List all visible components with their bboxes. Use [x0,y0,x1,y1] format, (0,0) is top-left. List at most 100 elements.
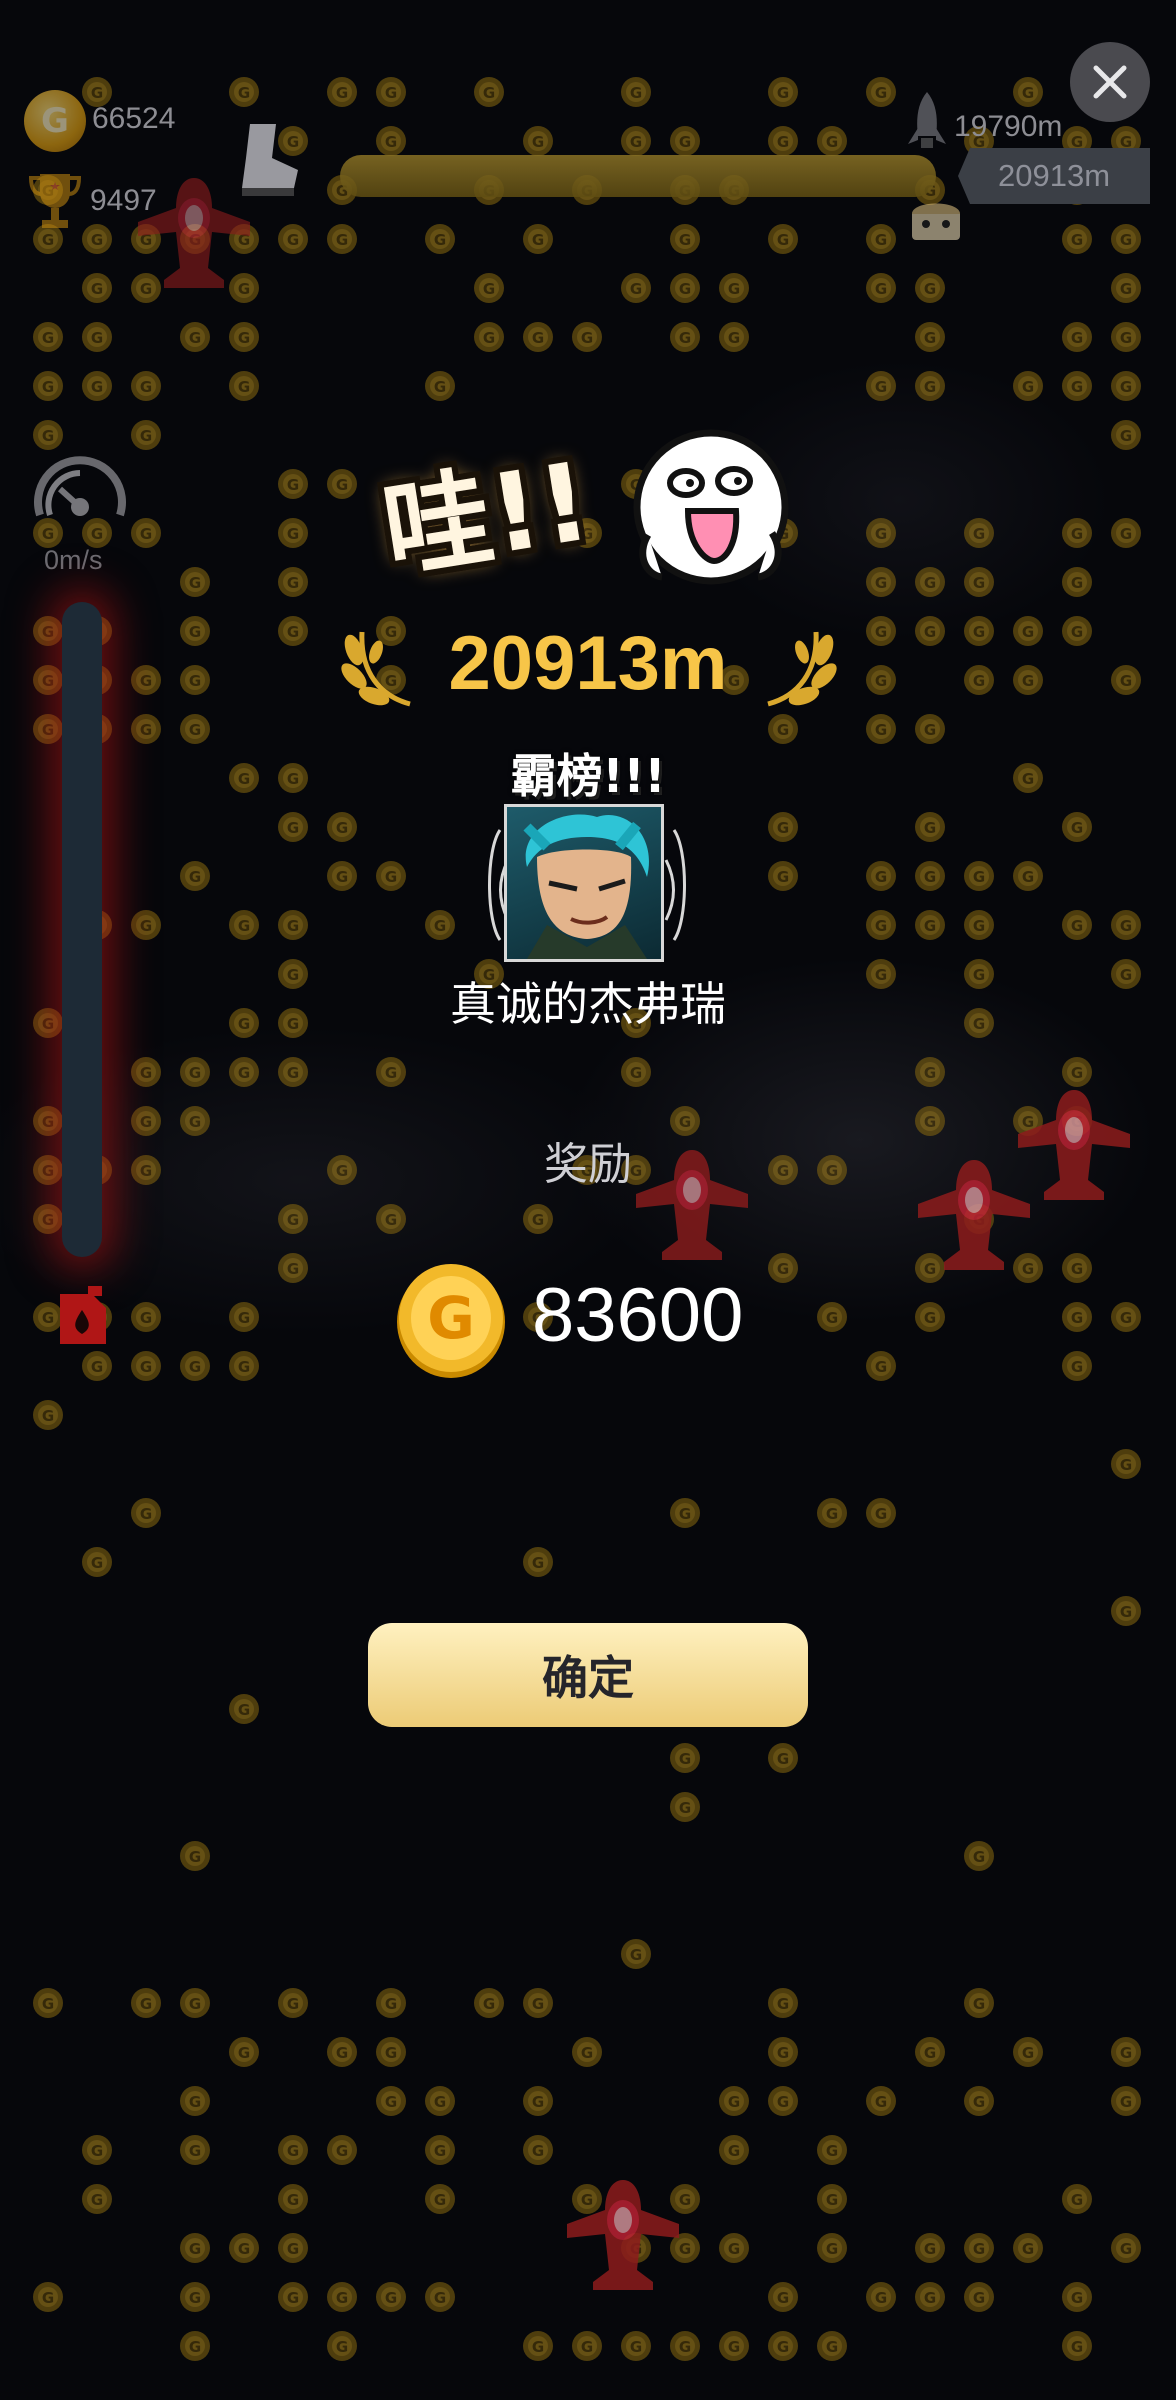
svg-text:G: G [42,1113,54,1131]
reward-amount: 83600 [532,1273,744,1358]
game-stage: G G G G G G G G G G G G G G G G G G G G G G G G G G G G G G G G G G G G G G G G… [0,0,1176,2400]
svg-text:G: G [875,280,887,298]
svg-text:G: G [875,917,887,935]
confirm-button[interactable]: 确定 [368,1623,808,1727]
svg-text:G: G [42,231,54,249]
svg-text:G: G [434,2289,446,2307]
background-coin-icon: G [180,2233,210,2263]
svg-text:G: G [189,623,201,641]
background-coin-icon: G [964,2086,994,2116]
background-coin-icon: G [278,469,308,499]
svg-text:G: G [42,672,54,690]
svg-text:G: G [140,378,152,396]
background-coin-icon: G [1111,1449,1141,1479]
svg-text:G: G [483,329,495,347]
distance-progress-bar [340,155,936,197]
background-coin-icon: G [1111,2037,1141,2067]
svg-text:G: G [875,672,887,690]
background-coin-icon: G [817,126,847,156]
svg-text:G: G [1071,2289,1083,2307]
background-coin-icon: G [866,959,896,989]
svg-text:G: G [287,1211,299,1229]
background-coin-icon: G [180,2282,210,2312]
svg-text:G: G [287,2142,299,2160]
svg-text:G: G [875,868,887,886]
background-coin-icon: G [1062,1302,1092,1332]
background-coin-icon: G [768,2282,798,2312]
svg-text:G: G [189,868,201,886]
svg-text:G: G [287,819,299,837]
svg-text:G: G [924,378,936,396]
background-coin-icon: G [964,2233,994,2263]
svg-text:G: G [42,1211,54,1229]
background-coin-icon: G [229,1008,259,1038]
background-coin-icon: G [376,77,406,107]
svg-text:G: G [875,966,887,984]
speed-readout: 0m/s [44,545,103,575]
svg-text:G: G [140,1309,152,1327]
background-coin-icon: G [131,371,161,401]
svg-text:G: G [924,721,936,739]
background-coin-icon: G [376,1057,406,1087]
close-button[interactable] [1070,42,1150,122]
background-coin-icon: G [229,1057,259,1087]
svg-text:G: G [973,623,985,641]
svg-text:G: G [826,1162,838,1180]
svg-text:G: G [1120,1603,1132,1621]
svg-text:G: G [238,378,250,396]
svg-text:G: G [189,329,201,347]
background-coin-icon: G [670,224,700,254]
background-coin-icon: G [915,1302,945,1332]
svg-text:G: G [91,378,103,396]
svg-text:G: G [189,2338,201,2356]
svg-text:G: G [189,2289,201,2307]
svg-text:G: G [287,623,299,641]
background-coin-icon: G [1062,518,1092,548]
background-coin-icon: G [768,1743,798,1773]
background-coin-icon: G [866,861,896,891]
background-coin-icon: G [621,77,651,107]
svg-text:G: G [1120,378,1132,396]
background-coin-icon: G [719,322,749,352]
svg-text:G: G [532,1554,544,1572]
svg-text:G: G [1022,672,1034,690]
svg-text:G: G [140,917,152,935]
svg-text:G: G [973,574,985,592]
background-coin-icon: G [866,1498,896,1528]
svg-text:G: G [630,2338,642,2356]
svg-text:G: G [1071,917,1083,935]
svg-text:G: G [238,1358,250,1376]
svg-text:G: G [826,2191,838,2209]
background-coin-icon: G [474,322,504,352]
svg-text:G: G [777,2044,789,2062]
background-coin-icon: G [131,665,161,695]
svg-text:G: G [777,1260,789,1278]
svg-text:G: G [728,329,740,347]
svg-text:G: G [679,133,691,151]
background-coin-icon: G [1062,371,1092,401]
svg-text:G: G [385,2289,397,2307]
svg-text:G: G [973,868,985,886]
background-coin-icon: G [425,371,455,401]
svg-text:G: G [1071,2191,1083,2209]
background-coin-icon: G [131,420,161,450]
background-coin-icon: G [768,1988,798,2018]
background-coin-icon: G [817,2184,847,2214]
background-coin-icon: G [1111,1596,1141,1626]
svg-text:G: G [777,1750,789,1768]
svg-text:G: G [287,231,299,249]
background-coin-icon: G [425,2282,455,2312]
svg-text:G: G [189,672,201,690]
boot-icon [242,124,298,196]
background-coin-icon: G [376,1988,406,2018]
trophy-count: 9497 [90,184,157,217]
background-coin-icon: G [1111,224,1141,254]
svg-text:G: G [973,525,985,543]
background-coin-icon: G [915,273,945,303]
background-coin-icon: G [964,2282,994,2312]
background-coin-icon: G [229,910,259,940]
svg-text:G: G [1120,917,1132,935]
svg-text:G: G [336,84,348,102]
svg-text:G: G [1071,623,1083,641]
background-coin-icon: G [229,1694,259,1724]
